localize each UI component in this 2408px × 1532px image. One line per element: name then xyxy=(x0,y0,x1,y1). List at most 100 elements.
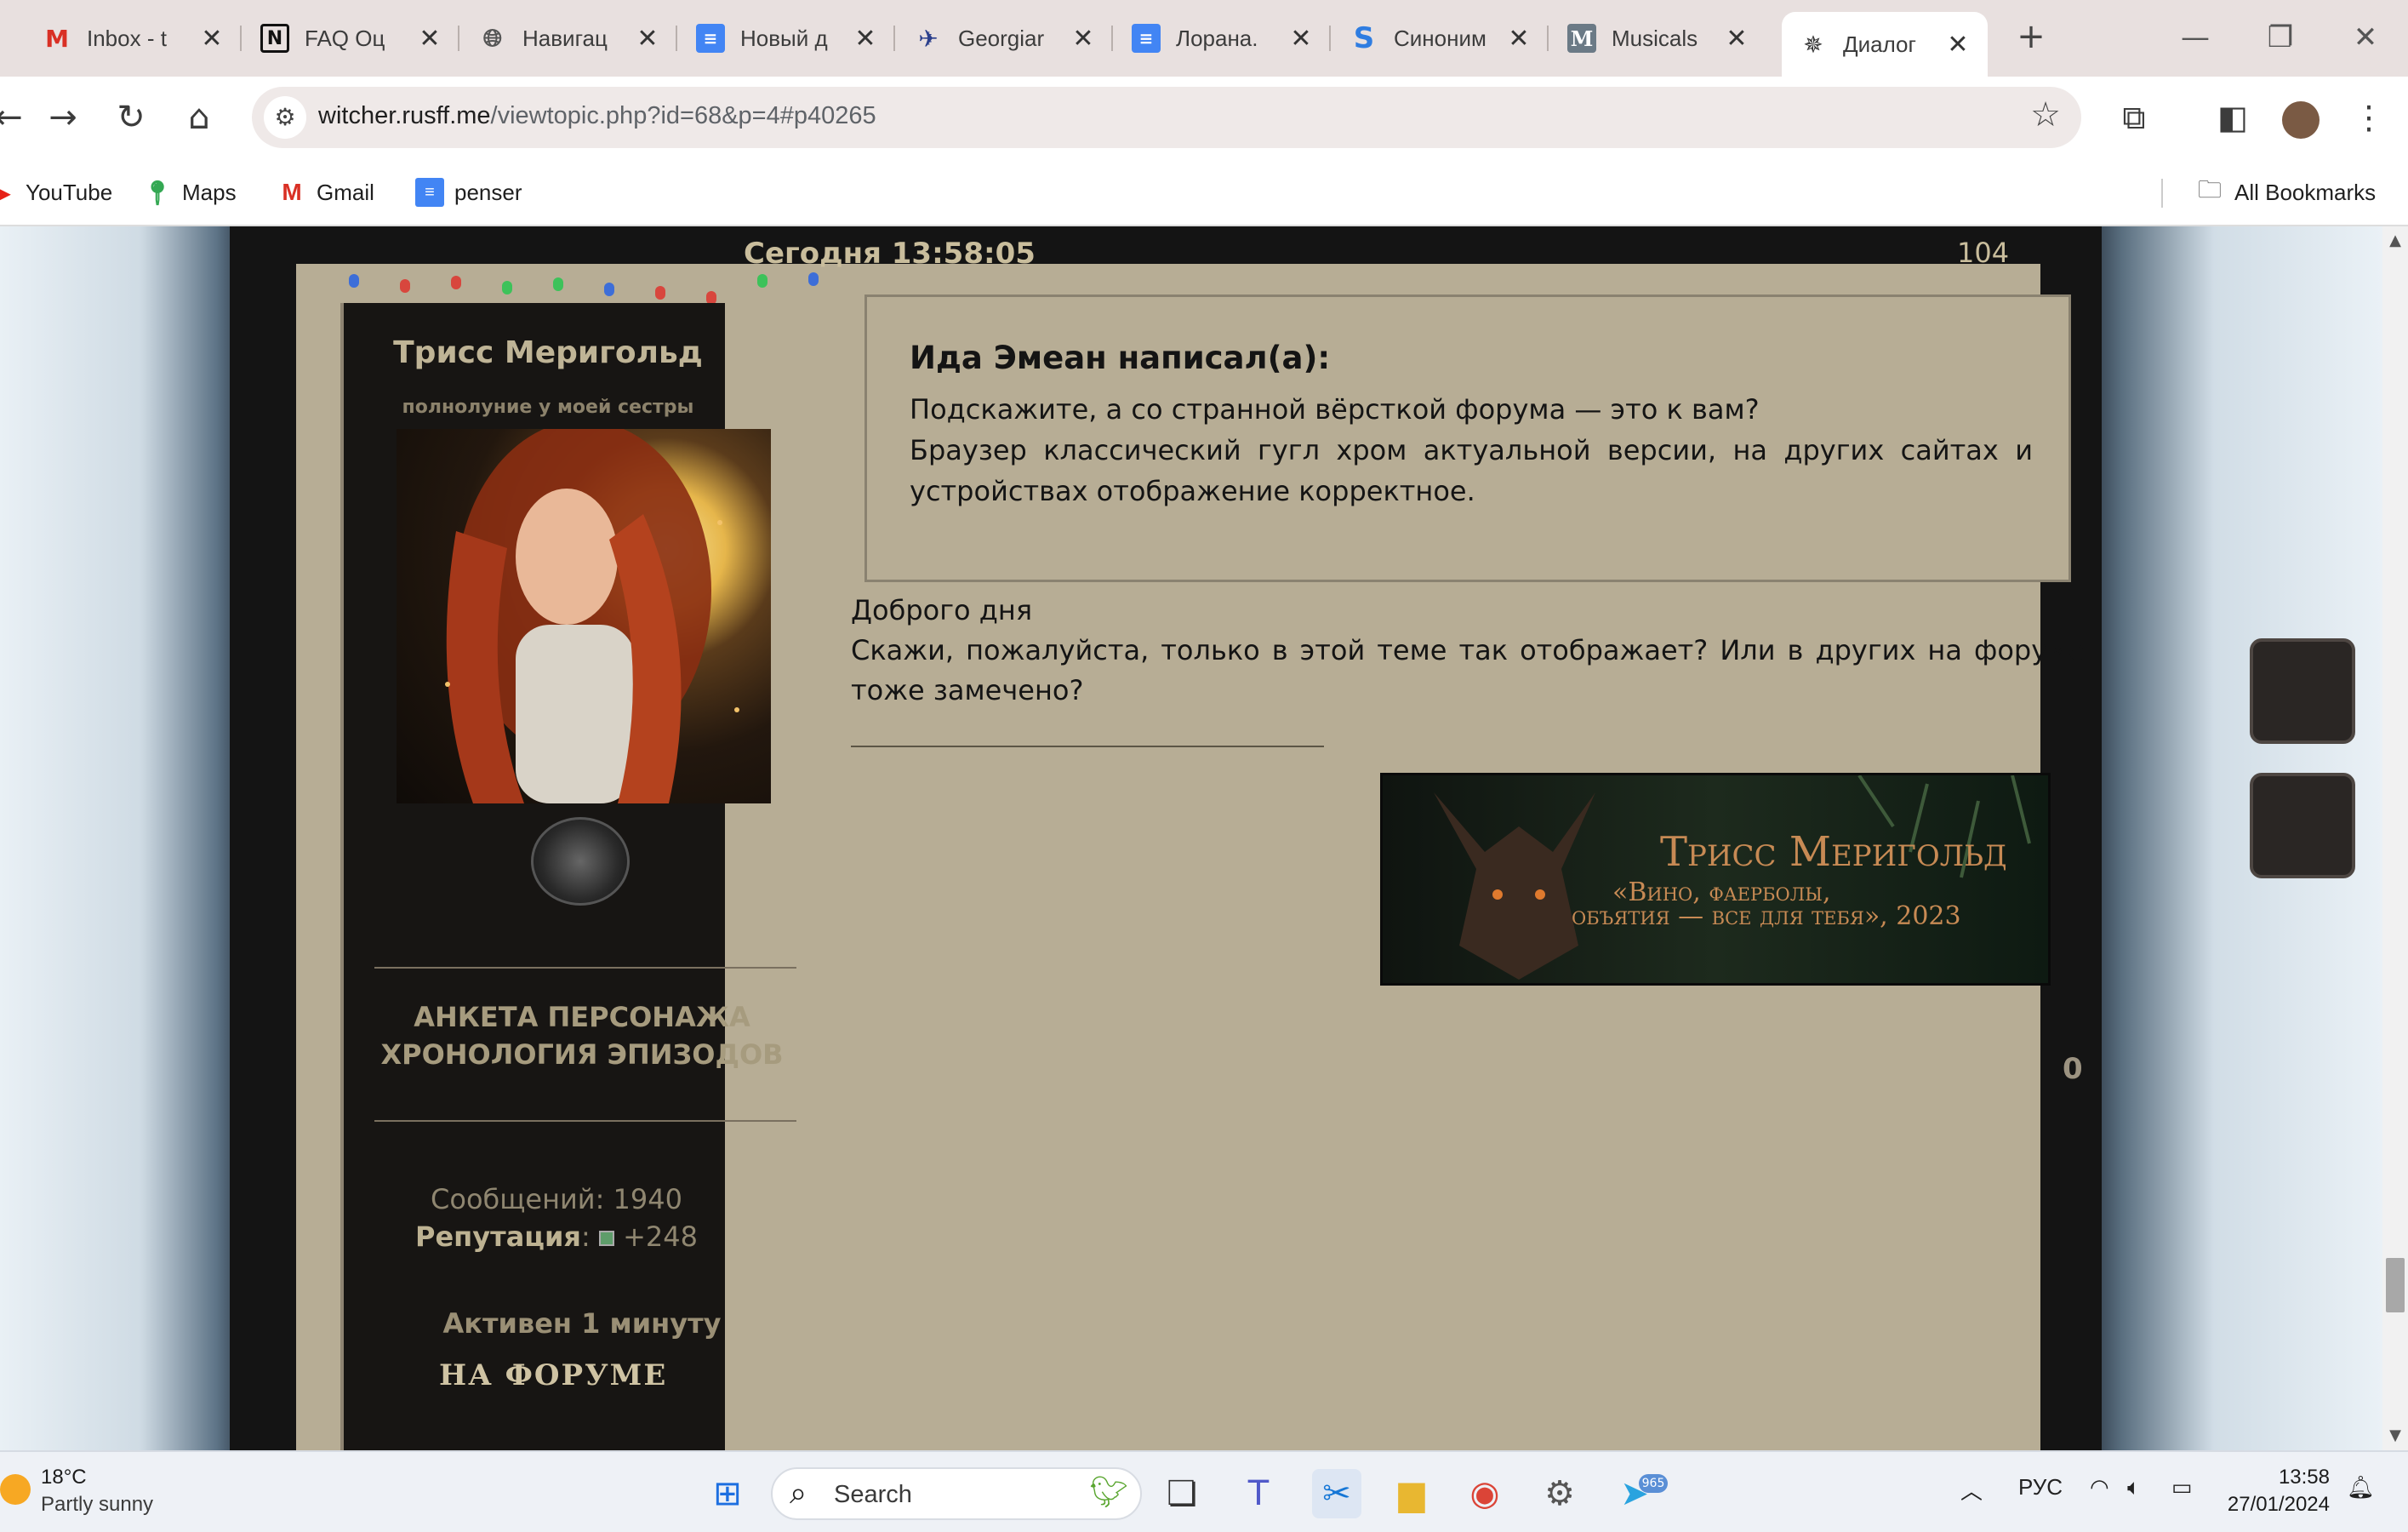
close-icon[interactable]: ✕ xyxy=(851,24,880,54)
snipping-tool-icon[interactable]: ✂ xyxy=(1312,1469,1361,1518)
battery-icon[interactable]: ▭ xyxy=(2171,1474,2193,1501)
all-bookmarks[interactable]: 🗀︎ All Bookmarks xyxy=(2195,174,2376,211)
file-explorer-icon[interactable]: ▆ xyxy=(1387,1469,1436,1518)
quote-line: Браузер классический гугл хром актуально… xyxy=(910,434,2033,507)
restore-icon[interactable]: ❐ xyxy=(2246,12,2314,63)
bookmark-star-icon[interactable]: ☆ xyxy=(2030,95,2061,134)
author-profile: Трисс Меригольд полнолуние у моей сестры… xyxy=(340,303,796,1450)
bookmark-label: Gmail xyxy=(317,179,374,205)
tab-title: Новый д xyxy=(740,25,828,51)
reload-icon[interactable]: ↻ xyxy=(106,92,157,143)
tab-separator xyxy=(1329,26,1331,51)
taskbar-search[interactable]: ⌕ Search 🐦︎ xyxy=(771,1467,1142,1520)
close-icon[interactable]: ✕ xyxy=(633,24,662,54)
minimize-icon[interactable]: — xyxy=(2161,12,2229,63)
tab-title: FAQ Оц xyxy=(305,25,385,51)
clock-date[interactable]: 27/01/2024 xyxy=(2194,1493,2330,1517)
character-profile-link[interactable]: АНКЕТА ПЕРСОНАЖА xyxy=(344,1001,820,1033)
forward-arrow-icon[interactable]: → xyxy=(37,92,88,143)
tab-musicals[interactable]: M Musicals ✕ xyxy=(1550,12,1766,65)
bookmark-maps[interactable]: 📍︎ Maps xyxy=(142,174,236,211)
new-tab-plus-icon[interactable]: + xyxy=(2010,17,2052,60)
window-close-icon[interactable]: ✕ xyxy=(2331,12,2399,63)
notion-icon: N xyxy=(260,24,289,53)
task-view-icon[interactable]: ❏ xyxy=(1157,1469,1207,1518)
christmas-lights xyxy=(323,266,851,305)
address-bar[interactable]: ⚙︎ witcher.rusff.me/viewtopic.php?id=68&… xyxy=(252,87,2081,148)
settings-gear-icon[interactable]: ⚙ xyxy=(1535,1469,1584,1518)
close-icon[interactable]: ✕ xyxy=(197,24,226,54)
profile-avatar-icon[interactable] xyxy=(2277,94,2325,141)
menu-kebab-icon[interactable]: ⋮ xyxy=(2345,94,2393,141)
close-icon[interactable]: ✕ xyxy=(1504,24,1533,54)
url-text[interactable]: witcher.rusff.me/viewtopic.php?id=68&p=4… xyxy=(318,102,876,130)
tab-faq[interactable]: N FAQ Оц ✕ xyxy=(243,12,459,65)
teams-icon[interactable]: T xyxy=(1234,1469,1283,1518)
folder-icon: 🗀︎ xyxy=(2197,176,2222,203)
author-name[interactable]: Трисс Меригольд xyxy=(344,335,752,370)
close-icon[interactable]: ✕ xyxy=(1722,24,1751,54)
witcher-icon: ✵ xyxy=(1803,30,1823,59)
weather-temperature[interactable]: 18°C xyxy=(41,1466,87,1489)
side-panel-button[interactable] xyxy=(2250,773,2355,878)
bookmark-penser[interactable]: ≡ penser xyxy=(415,174,522,211)
close-icon[interactable]: ✕ xyxy=(1287,24,1315,54)
url-path: /viewtopic.php?id=68&p=4#p40265 xyxy=(490,102,876,129)
extensions-icon[interactable]: ⧉ xyxy=(2110,94,2158,141)
notification-bell-icon[interactable]: 🔔︎ xyxy=(2347,1474,2375,1501)
reputation-value: +248 xyxy=(623,1220,698,1253)
bookmark-label: penser xyxy=(454,179,522,205)
all-bookmarks-label: All Bookmarks xyxy=(2234,179,2377,205)
site-settings-icon[interactable]: ⚙︎ xyxy=(264,96,306,139)
clock-time[interactable]: 13:58 xyxy=(2228,1466,2330,1489)
gmail-icon: M xyxy=(45,24,69,53)
tray-overflow-icon[interactable]: ︿ xyxy=(1960,1474,1983,1506)
language-indicator[interactable]: РУС xyxy=(2018,1474,2063,1501)
close-icon[interactable]: ✕ xyxy=(415,24,444,54)
tab-synonyms[interactable]: S Синоним ✕ xyxy=(1332,12,1549,65)
volume-icon[interactable]: 🔈︎ xyxy=(2127,1474,2141,1501)
tab-new-doc[interactable]: ≡ Новый д ✕ xyxy=(679,12,895,65)
signature-divider xyxy=(851,746,1324,747)
tab-title: Диалог xyxy=(1843,31,1916,57)
search-icon: ⌕ xyxy=(790,1476,807,1511)
chrome-icon[interactable]: ◉ xyxy=(1460,1469,1509,1518)
scroll-thumb[interactable] xyxy=(2386,1258,2405,1312)
bookmark-youtube[interactable]: ▶ YouTube xyxy=(0,174,112,211)
post-number[interactable]: 104 xyxy=(1957,237,2009,269)
scroll-down-icon[interactable]: ▼ xyxy=(2386,1426,2405,1444)
tab-separator xyxy=(1547,26,1549,51)
wifi-icon[interactable]: ◠ xyxy=(2090,1474,2109,1501)
close-icon[interactable]: ✕ xyxy=(1943,30,1972,60)
weather-description[interactable]: Partly sunny xyxy=(41,1493,153,1517)
light-bulb xyxy=(808,272,819,286)
tab-dialog-active[interactable]: ✵ Диалог ✕ xyxy=(1782,12,1988,77)
youtube-icon: ▶ xyxy=(0,179,10,206)
page-scrollbar[interactable]: ▲ ▼ xyxy=(2382,226,2408,1450)
light-bulb xyxy=(349,274,359,288)
gmail-icon: M xyxy=(282,179,302,205)
messages-value: 1940 xyxy=(613,1183,682,1215)
tab-lorana[interactable]: ≡ Лорана. ✕ xyxy=(1115,12,1331,65)
side-panel-icon[interactable]: ◧ xyxy=(2209,94,2257,141)
back-arrow-icon[interactable]: ← xyxy=(0,92,34,143)
post-line: Доброго дня xyxy=(851,594,1033,626)
home-icon[interactable]: ⌂ xyxy=(174,92,225,143)
post-counter: 0 xyxy=(2063,1052,2083,1086)
tab-navigation[interactable]: 🌐︎ Навигац ✕ xyxy=(461,12,677,65)
divider xyxy=(374,967,796,969)
tab-inbox[interactable]: M Inbox - t ✕ xyxy=(26,12,242,65)
scroll-up-icon[interactable]: ▲ xyxy=(2386,232,2405,249)
bookmark-gmail[interactable]: M Gmail xyxy=(277,174,374,211)
reputation-label: Репутация xyxy=(415,1220,581,1253)
side-panel-button[interactable] xyxy=(2250,638,2355,744)
tab-georgian[interactable]: ✈ Georgiar ✕ xyxy=(897,12,1113,65)
light-bulb xyxy=(400,279,410,293)
light-bulb xyxy=(502,281,512,294)
reputation-plus-icon[interactable] xyxy=(598,1231,614,1246)
weather-sun-icon[interactable] xyxy=(0,1474,31,1505)
close-icon[interactable]: ✕ xyxy=(1069,24,1098,54)
episodes-chronology-link[interactable]: ХРОНОЛОГИЯ ЭПИЗОДОВ xyxy=(344,1038,820,1071)
tab-title: Inbox - t xyxy=(87,25,167,51)
start-windows-icon[interactable]: ⊞ xyxy=(703,1469,752,1518)
